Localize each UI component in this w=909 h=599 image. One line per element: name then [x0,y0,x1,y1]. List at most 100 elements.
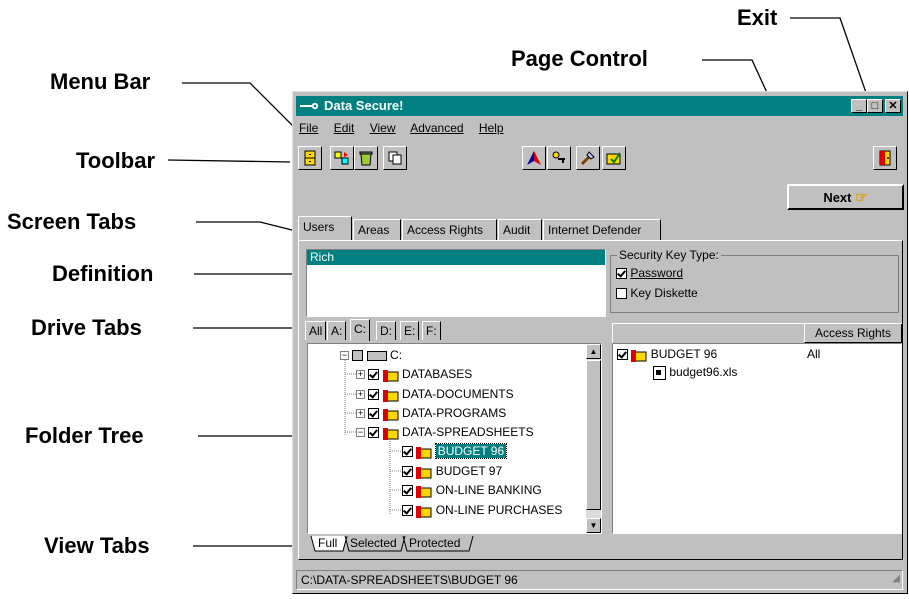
tree-row-budget-97[interactable]: BUDGET 97 [402,462,502,480]
expand-icon[interactable]: + [356,370,365,380]
collapse-icon[interactable]: − [340,351,349,361]
rights-row-file[interactable]: budget96.xls [653,363,737,381]
tab-users[interactable]: Users [298,216,352,241]
next-button-label: Next [823,190,852,205]
tools-icon [580,151,595,166]
title-bar[interactable]: Data Secure! _ □ ✕ [296,96,903,116]
view-tab-full[interactable]: Full [318,536,337,550]
callout-view-tabs: View Tabs [44,533,150,558]
callout-drive-tabs: Drive Tabs [31,315,142,340]
tree-scrollbar[interactable]: ▲ ▼ [586,344,601,533]
next-button[interactable]: Next ☞ [787,184,904,210]
file-cabinet-icon [304,150,316,166]
user-key-icon [552,151,565,163]
users-panel: Rich Security Key Type: Password Key Dis… [298,240,903,560]
view-tab-protected[interactable]: Protected [409,536,460,550]
callout-folder-tree: Folder Tree [25,423,144,448]
tree-row-data-programs[interactable]: + DATA-PROGRAMS [356,404,506,422]
callout-page-control: Page Control [511,46,648,71]
toolbar-button-copy[interactable] [383,146,407,170]
tree-checkbox-data-spreadsheets[interactable] [368,427,380,439]
maximize-button[interactable]: □ [867,99,883,113]
menu-advanced[interactable]: Advanced [410,121,463,135]
rights-list[interactable]: BUDGET 96 All budget96.xls [612,343,902,534]
drive-tab-c[interactable]: C: [350,319,370,341]
menu-bar: File Edit View Advanced Help [299,121,516,139]
tab-access-rights[interactable]: Access Rights [402,219,497,240]
toolbar-button-cabinet[interactable] [298,146,322,170]
callout-menu-bar: Menu Bar [50,69,151,94]
drive-tab-f[interactable]: F: [422,321,441,340]
rights-checkbox-folder[interactable] [617,349,628,361]
locked-folder-icon [416,505,432,518]
tree-row-data-spreadsheets[interactable]: − DATA-SPREADSHEETS [356,423,534,441]
status-path: C:\DATA-SPREADSHEETS\BUDGET 96 [301,573,518,587]
tree-checkbox-budget-97[interactable] [402,466,413,478]
toolbar-button-transfer[interactable] [330,146,354,170]
scroll-thumb[interactable] [586,360,601,510]
expand-icon[interactable]: + [356,390,365,400]
scroll-down-arrow[interactable]: ▼ [586,518,601,533]
key-icon [300,102,319,110]
drive-tab-a[interactable]: A: [327,321,347,340]
tab-internet-defender[interactable]: Internet Defender [543,219,661,240]
menu-file[interactable]: File [299,121,318,135]
security-key-legend: Security Key Type: [617,248,721,262]
tab-areas[interactable]: Areas [353,219,401,240]
menu-edit[interactable]: Edit [334,121,355,135]
toolbar-button-tools[interactable] [576,146,600,170]
tree-checkbox-root[interactable] [352,350,364,362]
exit-button[interactable] [873,146,897,170]
expand-icon[interactable]: + [356,409,365,419]
menu-help[interactable]: Help [479,121,504,135]
rights-row-folder[interactable]: BUDGET 96 All [617,345,897,363]
toolbar-button-recycle[interactable] [354,146,378,170]
scroll-up-arrow[interactable]: ▲ [586,344,601,359]
resize-grip-icon[interactable]: ◢ [892,570,900,588]
definition-selected-user[interactable]: Rich [307,250,605,265]
toolbar-button-logo[interactable] [522,146,546,170]
recycle-bin-icon [359,151,373,166]
rights-file-name: budget96.xls [669,365,738,379]
tree-checkbox-databases[interactable] [368,369,380,381]
callout-definition: Definition [52,261,154,286]
tree-row-databases[interactable]: + DATABASES [356,365,472,383]
toolbar-button-secure-folder[interactable] [602,146,626,170]
toolbar-button-user-key[interactable] [547,146,571,170]
definition-list[interactable]: Rich [306,249,606,317]
tree-row-on-line-purchases[interactable]: ON-LINE PURCHASES [402,501,562,519]
tree-row-budget-96[interactable]: BUDGET 96 [402,442,508,460]
logo-icon [527,151,541,165]
view-tab-selected[interactable]: Selected [350,536,397,550]
tree-row-root[interactable]: − C: [340,346,402,364]
drive-tab-all[interactable]: All [305,321,327,340]
locked-folder-icon [382,427,399,440]
folder-tree[interactable]: − C: + DATABASES + DATA-DOCUMENTS + DATA… [307,343,602,534]
password-checkbox[interactable] [616,268,627,280]
password-option[interactable]: Password [616,266,683,280]
locked-folder-icon [416,446,432,459]
tree-row-data-documents[interactable]: + DATA-DOCUMENTS [356,385,514,403]
tree-checkbox-data-programs[interactable] [368,408,380,420]
drive-tab-e[interactable]: E: [400,321,420,340]
close-button[interactable]: ✕ [885,99,901,113]
hard-drive-icon [366,350,387,361]
tree-label-databases: DATABASES [402,367,473,381]
key-diskette-checkbox[interactable] [616,288,627,300]
menu-view[interactable]: View [370,121,396,135]
tree-row-on-line-banking[interactable]: ON-LINE BANKING [402,481,542,499]
rights-header[interactable]: Access Rights [804,324,902,343]
locked-folder-icon [416,485,432,498]
secure-folder-icon [606,152,621,165]
tree-checkbox-budget-96[interactable] [402,446,413,458]
tree-checkbox-on-line-banking[interactable] [402,485,413,497]
tree-checkbox-on-line-purchases[interactable] [402,505,413,517]
tab-audit[interactable]: Audit [498,219,542,240]
key-diskette-option[interactable]: Key Diskette [616,286,698,300]
tree-checkbox-data-documents[interactable] [368,389,380,401]
transfer-icon [334,151,349,165]
locked-folder-icon [416,466,432,479]
collapse-icon[interactable]: − [356,428,365,438]
minimize-button[interactable]: _ [851,99,867,113]
drive-tab-d[interactable]: D: [376,321,396,340]
